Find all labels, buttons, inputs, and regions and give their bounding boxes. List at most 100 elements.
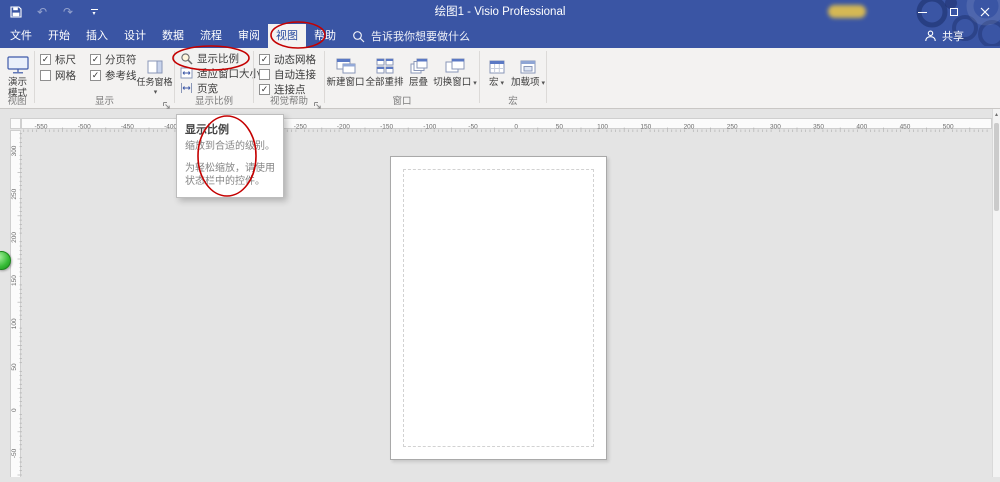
check-icon: ✓: [91, 70, 100, 80]
tell-me-search[interactable]: 告诉我你想要做什么: [352, 24, 470, 48]
group-label-show: 显示: [94, 96, 114, 107]
ruler-corner: [10, 118, 21, 129]
checkbox-box: ✓: [40, 70, 51, 81]
share-button[interactable]: 共享: [924, 24, 964, 48]
vertical-ruler-ticks: 300 250 200 150 100 50 0 -50: [11, 133, 22, 476]
svg-text:450: 450: [900, 124, 911, 131]
save-button[interactable]: [8, 3, 24, 21]
fit-to-window-button[interactable]: 适应窗口大小: [180, 66, 260, 80]
tab-file[interactable]: 文件: [2, 24, 40, 48]
tab-insert[interactable]: 插入: [78, 24, 116, 48]
tab-review[interactable]: 审阅: [230, 24, 268, 48]
svg-text:50: 50: [11, 363, 18, 371]
svg-text:50: 50: [556, 124, 564, 131]
svg-text:0: 0: [11, 408, 18, 412]
svg-text:-450: -450: [121, 124, 134, 131]
horizontal-ruler[interactable]: -550-500-450-400-350-300-250-200-150-100…: [21, 118, 992, 132]
checkbox-ruler[interactable]: ✓ 标尺: [40, 53, 76, 66]
tab-design[interactable]: 设计: [116, 24, 154, 48]
qat-customize-button[interactable]: ▾: [86, 3, 102, 21]
macros-button[interactable]: 宏 ▾: [483, 50, 510, 89]
tab-process[interactable]: 流程: [192, 24, 230, 48]
task-panes-button[interactable]: 任务窗格 ▾: [136, 50, 173, 96]
svg-text:-50: -50: [11, 448, 18, 458]
drawing-page[interactable]: [390, 156, 607, 460]
cascade-button[interactable]: 层叠: [405, 50, 432, 88]
checkbox-box: ✓: [259, 69, 270, 80]
page-width-label: 页宽: [197, 82, 218, 95]
add-ons-icon: [520, 52, 536, 74]
titlebar: ↶ ↷ ▾ 绘图1 - Visio Professional: [0, 0, 1000, 24]
svg-text:150: 150: [640, 124, 651, 131]
redo-button[interactable]: ↷: [60, 3, 76, 21]
svg-text:200: 200: [11, 232, 18, 243]
ribbon-tab-bar: 文件 开始 插入 设计 数据 流程 审阅 视图 帮助 告诉我你想要做什么 共享: [0, 24, 1000, 48]
tab-help[interactable]: 帮助: [306, 24, 344, 48]
checkbox-autoconnect[interactable]: ✓ 自动连接: [259, 68, 316, 81]
customize-dropdown-icon: ▾: [90, 8, 98, 17]
dropdown-icon: ▾: [500, 80, 505, 87]
new-window-button[interactable]: 新建窗口: [326, 50, 365, 88]
maximize-button[interactable]: [938, 0, 969, 24]
checkbox-box: ✓: [259, 84, 270, 95]
macros-icon: [489, 52, 505, 74]
checkbox-label: 参考线: [105, 70, 137, 82]
presentation-mode-button[interactable]: 演示模式: [2, 50, 33, 99]
vertical-ruler[interactable]: 300 250 200 150 100 50 0 -50: [10, 130, 22, 477]
add-ons-button[interactable]: 加载项 ▾: [511, 50, 545, 89]
tooltip-body-line1: 缩放到合适的级别。: [185, 141, 275, 152]
checkbox-dynamic-grid[interactable]: ✓ 动态网格: [259, 53, 316, 66]
tab-view[interactable]: 视图: [268, 24, 306, 48]
svg-text:300: 300: [11, 145, 18, 156]
task-panes-icon: [147, 52, 163, 74]
svg-text:0: 0: [514, 124, 518, 131]
minimize-button[interactable]: [907, 0, 938, 24]
zoom-button[interactable]: 显示比例: [180, 51, 239, 65]
switch-windows-icon: [445, 52, 465, 74]
checkbox-label: 自动连接: [274, 69, 316, 81]
svg-text:350: 350: [813, 124, 824, 131]
cascade-label: 层叠: [408, 77, 428, 88]
checkbox-box: ✓: [90, 70, 101, 81]
svg-text:-550: -550: [34, 124, 47, 131]
check-icon: ✓: [260, 84, 269, 94]
dropdown-icon: ▾: [541, 80, 546, 87]
task-panes-label: 任务窗格: [136, 77, 173, 87]
checkbox-guides[interactable]: ✓ 参考线: [90, 69, 137, 82]
floppy-icon: [10, 6, 22, 18]
ribbon-tabs: 文件 开始 插入 设计 数据 流程 审阅 视图 帮助: [0, 24, 1000, 48]
check-icon: ✓: [41, 54, 50, 64]
svg-text:500: 500: [943, 124, 954, 131]
checkbox-box: ✓: [40, 54, 51, 65]
tab-home[interactable]: 开始: [40, 24, 78, 48]
switch-windows-button[interactable]: 切换窗口 ▾: [433, 50, 477, 89]
undo-button[interactable]: ↶: [34, 3, 50, 21]
close-icon: [980, 7, 989, 17]
visual-aids-dialog-launcher[interactable]: [313, 97, 322, 109]
tooltip-body-line2: 为轻松缩放，请使用状态栏中的控件。: [185, 163, 275, 187]
new-window-label: 新建窗口: [326, 77, 365, 88]
tab-data[interactable]: 数据: [154, 24, 192, 48]
new-window-icon: [336, 52, 356, 74]
scroll-up-icon[interactable]: ▴: [993, 109, 1000, 121]
person-icon: [925, 30, 936, 42]
page-width-icon: [181, 83, 192, 93]
show-dialog-launcher[interactable]: [162, 97, 171, 109]
checkbox-box: ✓: [90, 54, 101, 65]
checkbox-page-breaks[interactable]: ✓ 分页符: [90, 53, 137, 66]
arrange-all-button[interactable]: 全部重排: [366, 50, 404, 88]
magnifier-icon: [181, 52, 193, 65]
scrollbar-thumb[interactable]: [994, 123, 999, 211]
checkbox-label: 网格: [55, 70, 76, 82]
checkbox-label: 分页符: [105, 54, 137, 66]
maximize-icon: [949, 8, 958, 16]
vertical-scrollbar[interactable]: ▴: [992, 109, 1000, 477]
group-label-window: 窗口: [392, 96, 412, 107]
zoom-label: 显示比例: [197, 52, 239, 65]
page-width-button[interactable]: 页宽: [180, 81, 218, 95]
close-button[interactable]: [969, 0, 1000, 24]
quick-access-toolbar: ↶ ↷ ▾: [4, 0, 102, 24]
group-label-view: 视图: [7, 96, 27, 107]
svg-text:-250: -250: [294, 124, 307, 131]
checkbox-grid[interactable]: ✓ 网格: [40, 69, 76, 82]
